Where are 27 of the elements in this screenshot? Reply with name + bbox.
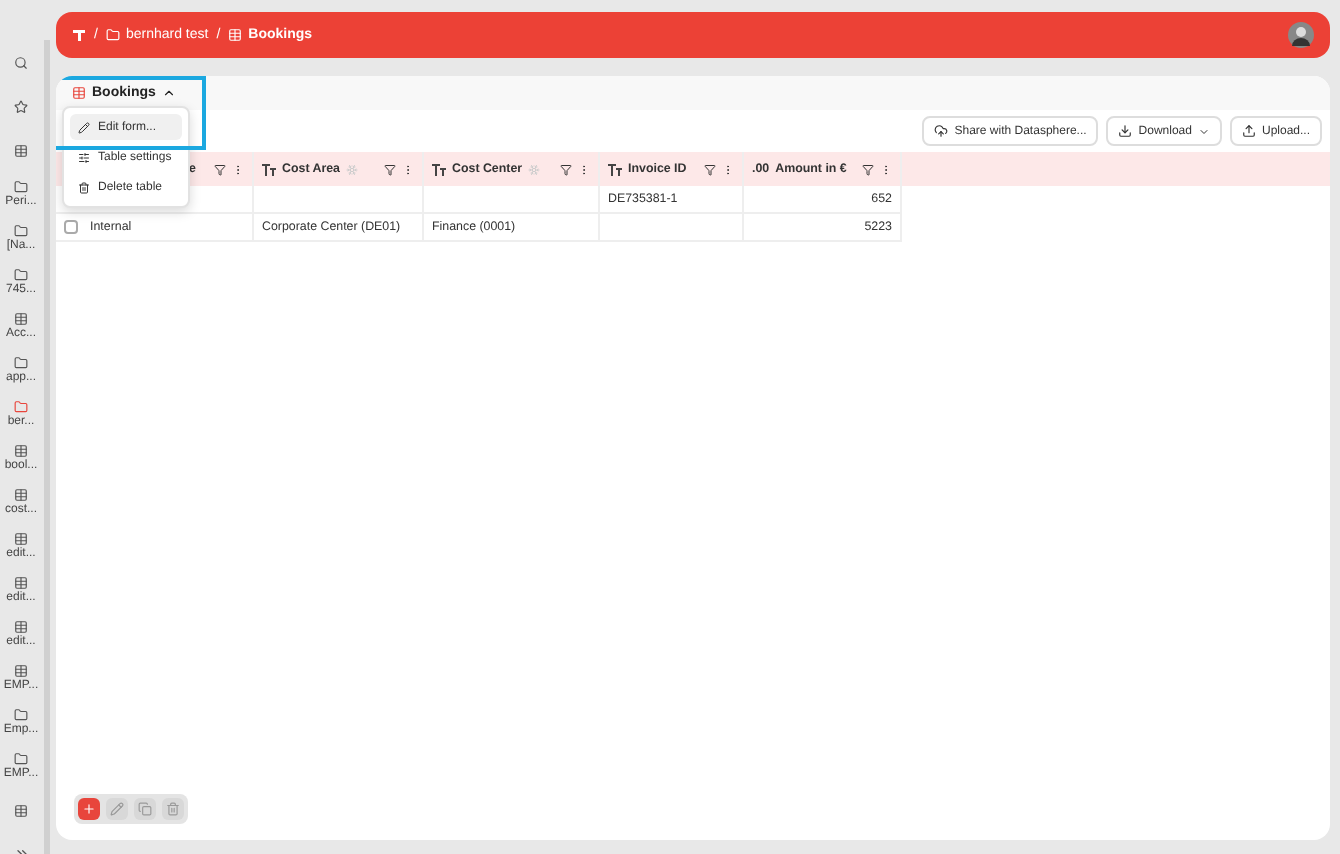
- caret-icon: [161, 86, 176, 100]
- plus-icon: [82, 802, 96, 816]
- caret-icon: [1197, 125, 1210, 137]
- logo-icon: [72, 28, 86, 42]
- cloud-icon: [934, 124, 949, 138]
- trash-icon: [78, 181, 90, 193]
- row-checkbox[interactable]: [64, 220, 78, 234]
- pencil-icon: [78, 121, 90, 133]
- table-icon: [228, 28, 243, 42]
- table-icon: [72, 86, 86, 100]
- text-type-icon: [262, 163, 276, 175]
- avatar-icon: [1288, 22, 1314, 48]
- trash-icon: [166, 802, 180, 816]
- filter-icon[interactable]: [862, 163, 874, 175]
- pencil-icon: [110, 802, 124, 816]
- sliders-icon: [78, 151, 90, 163]
- filter-icon[interactable]: [384, 163, 396, 175]
- filter-icon[interactable]: [704, 163, 716, 175]
- text-type-icon: [432, 163, 446, 175]
- text-type-icon: [608, 163, 622, 175]
- filter-icon[interactable]: [560, 163, 572, 175]
- download-icon: [1118, 124, 1133, 138]
- copy-icon: [138, 802, 152, 816]
- upload-icon: [1241, 124, 1256, 138]
- add-button[interactable]: [78, 798, 100, 820]
- folder-icon: [105, 28, 120, 42]
- filter-icon[interactable]: [214, 163, 226, 175]
